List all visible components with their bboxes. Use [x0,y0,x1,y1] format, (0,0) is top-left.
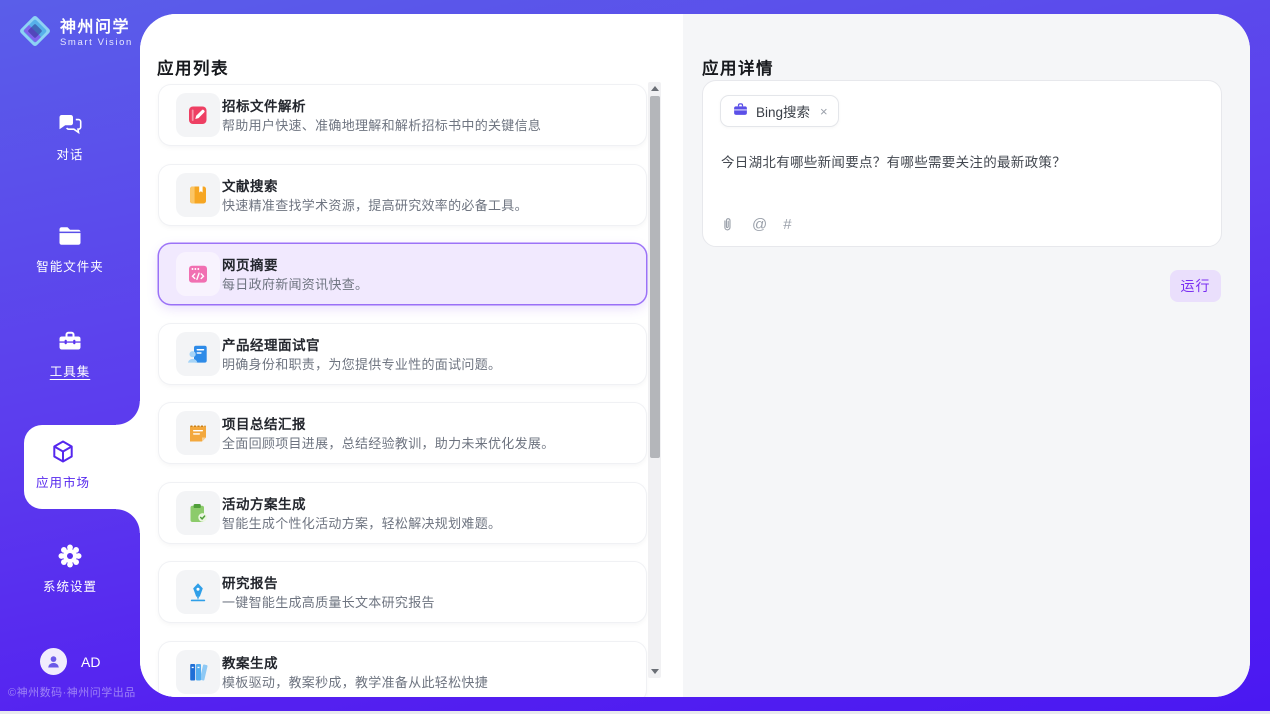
attachment-toolbar: @# [719,216,792,233]
app-card-web-summary[interactable]: 网页摘要每日政府新闻资讯快查。 [159,244,646,304]
app-card-desc: 明确身份和职责，为您提供专业性的面试问题。 [222,354,501,373]
user-account[interactable]: AD [40,648,100,675]
hash-icon[interactable]: # [783,217,791,232]
gear-icon [56,542,84,570]
sidebar-item-chat[interactable]: 对话 [0,110,140,164]
app-card-pm-interviewer[interactable]: 产品经理面试官明确身份和职责，为您提供专业性的面试问题。 [159,324,646,384]
app-list-title: 应用列表 [157,55,229,79]
app-list: 招标文件解析帮助用户快速、准确地理解和解析招标书中的关键信息文献搜索快速精准查找… [159,85,646,697]
at-icon[interactable]: @ [752,217,767,232]
run-button[interactable]: 运行 [1170,270,1221,302]
brand-name: 神州问学 [60,19,133,37]
app-card-desc: 每日政府新闻资讯快查。 [222,274,368,293]
interviewer-icon [176,332,220,376]
app-card-desc: 智能生成个性化活动方案，轻松解决规划难题。 [222,513,501,532]
sidebar-item-label: 对话 [56,148,83,162]
app-card-lesson-plan[interactable]: 教案生成模板驱动，教案秒成，教学准备从此轻松快捷 [159,642,646,698]
chat-icon [56,110,84,138]
app-list-panel: 应用列表 招标文件解析帮助用户快速、准确地理解和解析招标书中的关键信息文献搜索快… [140,14,683,697]
app-card-title: 招标文件解析 [222,95,306,115]
copyright-text: ©神州数码·神州问学出品 [8,684,136,700]
toolbox-icon [56,327,84,355]
tool-chip-bing-search[interactable]: Bing搜索 × [720,95,839,127]
app-card-title: 产品经理面试官 [222,334,320,354]
app-card-literature-search[interactable]: 文献搜索快速精准查找学术资源，提高研究效率的必备工具。 [159,165,646,225]
app-shell: 神州问学 Smart Vision 对话智能文件夹工具集应用市场系统设置 AD … [0,0,1270,711]
folder-icon [56,222,84,250]
sidebar: 神州问学 Smart Vision 对话智能文件夹工具集应用市场系统设置 AD … [0,0,140,711]
briefcase-icon [732,101,749,121]
avatar [40,648,67,675]
scrollbar-thumb[interactable] [650,96,660,458]
sidebar-item-label: 智能文件夹 [36,260,104,274]
sidebar-item-smart-folders[interactable]: 智能文件夹 [0,222,140,276]
webpage-code-icon [176,252,220,296]
cube-icon [49,438,77,466]
app-card-desc: 全面回顾项目进展，总结经验教训，助力未来优化发展。 [222,433,555,452]
app-card-event-plan[interactable]: 活动方案生成智能生成个性化活动方案，轻松解决规划难题。 [159,483,646,543]
paperclip-icon[interactable] [719,216,736,233]
sidebar-item-label: 工具集 [50,365,91,379]
note-icon [176,411,220,455]
brand-text: 神州问学 Smart Vision [60,19,133,48]
document-edit-icon [176,93,220,137]
sidebar-item-app-market[interactable]: 应用市场 [0,425,140,509]
scroll-up-button[interactable] [648,82,661,95]
main-content: 应用列表 招标文件解析帮助用户快速、准确地理解和解析招标书中的关键信息文献搜索快… [140,14,1250,697]
app-card-title: 研究报告 [222,572,278,592]
scrollbar[interactable] [648,82,661,678]
sidebar-item-toolset[interactable]: 工具集 [0,327,140,381]
prompt-input[interactable]: Bing搜索 × 今日湖北有哪些新闻要点？有哪些需要关注的最新政策？ @# [702,80,1222,247]
sidebar-item-label: 应用市场 [36,476,90,490]
books-icon [176,650,220,694]
brand-logo: 神州问学 Smart Vision [16,12,133,55]
app-card-desc: 快速精准查找学术资源，提高研究效率的必备工具。 [222,195,528,214]
diamond-logo-icon [16,12,54,55]
app-card-title: 文献搜索 [222,175,278,195]
app-card-title: 教案生成 [222,652,278,672]
app-card-project-summary[interactable]: 项目总结汇报全面回顾项目进展，总结经验教训，助力未来优化发展。 [159,403,646,463]
user-name: AD [81,654,100,670]
app-card-desc: 模板驱动，教案秒成，教学准备从此轻松快捷 [222,672,488,691]
book-icon [176,173,220,217]
pen-icon [176,570,220,614]
app-card-desc: 一键智能生成高质量长文本研究报告 [222,592,435,611]
app-card-bid-doc-analysis[interactable]: 招标文件解析帮助用户快速、准确地理解和解析招标书中的关键信息 [159,85,646,145]
clipboard-check-icon [176,491,220,535]
app-card-desc: 帮助用户快速、准确地理解和解析招标书中的关键信息 [222,115,541,134]
app-detail-panel: 应用详情 Bing搜索 × 今日湖北有哪些新闻要点？有哪些需要关注的最新政策？ … [683,14,1250,697]
app-detail-title: 应用详情 [702,55,774,79]
brand-subtitle: Smart Vision [60,37,133,48]
prompt-text: 今日湖北有哪些新闻要点？有哪些需要关注的最新政策？ [721,151,1066,171]
app-card-research-report[interactable]: 研究报告一键智能生成高质量长文本研究报告 [159,562,646,622]
tool-chip-label: Bing搜索 [756,101,810,121]
app-card-title: 活动方案生成 [222,493,306,513]
sidebar-item-settings[interactable]: 系统设置 [0,542,140,596]
app-card-title: 网页摘要 [222,254,278,274]
sidebar-item-label: 系统设置 [43,580,97,594]
app-card-title: 项目总结汇报 [222,413,306,433]
scroll-down-button[interactable] [648,665,661,678]
close-icon[interactable]: × [820,105,828,118]
